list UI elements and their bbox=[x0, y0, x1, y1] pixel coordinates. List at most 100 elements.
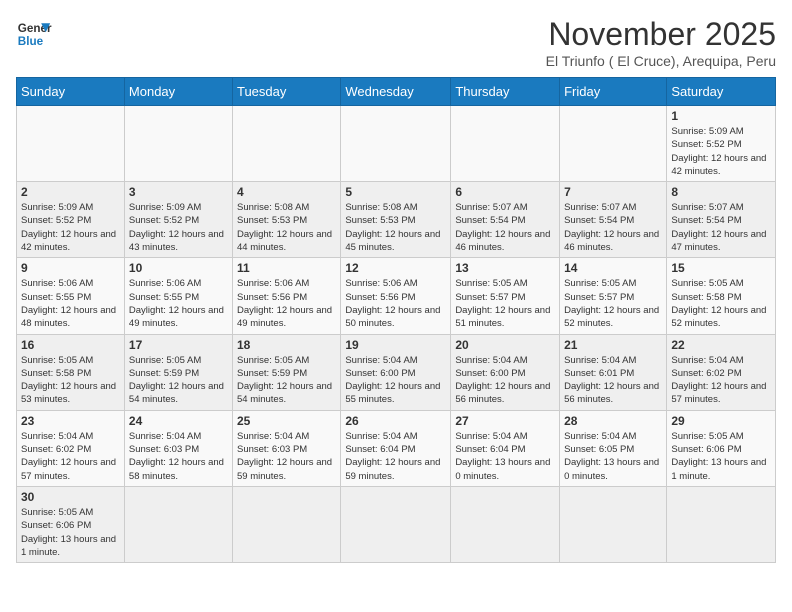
calendar-subtitle: El Triunfo ( El Cruce), Arequipa, Peru bbox=[546, 53, 776, 69]
calendar-week-row: 30 Sunrise: 5:05 AM Sunset: 6:06 PM Dayli… bbox=[17, 486, 776, 562]
calendar-week-row: 23Sunrise: 5:04 AM Sunset: 6:02 PM Dayli… bbox=[17, 410, 776, 486]
calendar-cell: 12 Sunrise: 5:06 AM Sunset: 5:56 PM Dayli… bbox=[341, 258, 451, 334]
day-info: Sunrise: 5:06 AM Sunset: 5:56 PM Dayligh… bbox=[345, 277, 446, 330]
day-info: Sunrise: 5:06 AM Sunset: 5:55 PM Dayligh… bbox=[21, 277, 120, 330]
day-info: Sunrise: 5:04 AM Sunset: 6:00 PM Dayligh… bbox=[455, 354, 555, 407]
weekday-header-tuesday: Tuesday bbox=[232, 78, 340, 106]
day-info: Sunrise: 5:05 AM Sunset: 6:06 PM Dayligh… bbox=[671, 430, 771, 483]
weekday-header-monday: Monday bbox=[124, 78, 232, 106]
title-section: November 2025 El Triunfo ( El Cruce), Ar… bbox=[546, 16, 776, 69]
day-number: 8 bbox=[671, 185, 771, 199]
day-number: 20 bbox=[455, 338, 555, 352]
calendar-cell bbox=[560, 486, 667, 562]
calendar-title: November 2025 bbox=[546, 16, 776, 53]
logo: General Blue bbox=[16, 16, 52, 52]
page-header: General Blue November 2025 El Triunfo ( … bbox=[16, 16, 776, 69]
day-info: Sunrise: 5:09 AM Sunset: 5:52 PM Dayligh… bbox=[671, 125, 771, 178]
calendar-cell: 1 Sunrise: 5:09 AM Sunset: 5:52 PM Daylig… bbox=[667, 106, 776, 182]
calendar-cell bbox=[667, 486, 776, 562]
day-number: 5 bbox=[345, 185, 446, 199]
day-number: 22 bbox=[671, 338, 771, 352]
day-number: 1 bbox=[671, 109, 771, 123]
svg-text:Blue: Blue bbox=[18, 35, 44, 48]
day-number: 11 bbox=[237, 261, 336, 275]
calendar-cell: 21Sunrise: 5:04 AM Sunset: 6:01 PM Dayli… bbox=[560, 334, 667, 410]
day-info: Sunrise: 5:04 AM Sunset: 6:04 PM Dayligh… bbox=[455, 430, 555, 483]
calendar-week-row: 2 Sunrise: 5:09 AM Sunset: 5:52 PM Daylig… bbox=[17, 182, 776, 258]
day-info: Sunrise: 5:05 AM Sunset: 5:58 PM Dayligh… bbox=[671, 277, 771, 330]
day-number: 2 bbox=[21, 185, 120, 199]
weekday-header-saturday: Saturday bbox=[667, 78, 776, 106]
day-number: 12 bbox=[345, 261, 446, 275]
day-info: Sunrise: 5:05 AM Sunset: 5:57 PM Dayligh… bbox=[455, 277, 555, 330]
calendar-table: SundayMondayTuesdayWednesdayThursdayFrid… bbox=[16, 77, 776, 563]
day-info: Sunrise: 5:05 AM Sunset: 5:59 PM Dayligh… bbox=[129, 354, 228, 407]
day-info: Sunrise: 5:04 AM Sunset: 6:02 PM Dayligh… bbox=[671, 354, 771, 407]
calendar-cell bbox=[341, 486, 451, 562]
day-number: 3 bbox=[129, 185, 228, 199]
day-info: Sunrise: 5:04 AM Sunset: 6:03 PM Dayligh… bbox=[129, 430, 228, 483]
calendar-cell bbox=[17, 106, 125, 182]
calendar-cell bbox=[451, 106, 560, 182]
day-info: Sunrise: 5:09 AM Sunset: 5:52 PM Dayligh… bbox=[129, 201, 228, 254]
calendar-cell: 23Sunrise: 5:04 AM Sunset: 6:02 PM Dayli… bbox=[17, 410, 125, 486]
day-number: 18 bbox=[237, 338, 336, 352]
weekday-header-sunday: Sunday bbox=[17, 78, 125, 106]
day-info: Sunrise: 5:05 AM Sunset: 5:58 PM Dayligh… bbox=[21, 354, 120, 407]
calendar-cell: 16 Sunrise: 5:05 AM Sunset: 5:58 PM Dayli… bbox=[17, 334, 125, 410]
calendar-cell: 28 Sunrise: 5:04 AM Sunset: 6:05 PM Dayli… bbox=[560, 410, 667, 486]
calendar-cell: 6 Sunrise: 5:07 AM Sunset: 5:54 PM Daylig… bbox=[451, 182, 560, 258]
day-number: 15 bbox=[671, 261, 771, 275]
day-info: Sunrise: 5:05 AM Sunset: 5:59 PM Dayligh… bbox=[237, 354, 336, 407]
weekday-header-row: SundayMondayTuesdayWednesdayThursdayFrid… bbox=[17, 78, 776, 106]
day-number: 23 bbox=[21, 414, 120, 428]
day-number: 14 bbox=[564, 261, 662, 275]
day-info: Sunrise: 5:04 AM Sunset: 6:05 PM Dayligh… bbox=[564, 430, 662, 483]
day-number: 25 bbox=[237, 414, 336, 428]
calendar-cell: 30 Sunrise: 5:05 AM Sunset: 6:06 PM Dayli… bbox=[17, 486, 125, 562]
day-number: 6 bbox=[455, 185, 555, 199]
day-number: 17 bbox=[129, 338, 228, 352]
calendar-cell: 25Sunrise: 5:04 AM Sunset: 6:03 PM Dayli… bbox=[232, 410, 340, 486]
day-info: Sunrise: 5:07 AM Sunset: 5:54 PM Dayligh… bbox=[455, 201, 555, 254]
day-number: 10 bbox=[129, 261, 228, 275]
calendar-cell bbox=[560, 106, 667, 182]
day-number: 30 bbox=[21, 490, 120, 504]
logo-icon: General Blue bbox=[16, 16, 52, 52]
calendar-week-row: 9 Sunrise: 5:06 AM Sunset: 5:55 PM Daylig… bbox=[17, 258, 776, 334]
day-number: 26 bbox=[345, 414, 446, 428]
day-number: 28 bbox=[564, 414, 662, 428]
calendar-cell: 11 Sunrise: 5:06 AM Sunset: 5:56 PM Dayli… bbox=[232, 258, 340, 334]
calendar-cell: 8Sunrise: 5:07 AM Sunset: 5:54 PM Daylig… bbox=[667, 182, 776, 258]
calendar-cell: 5Sunrise: 5:08 AM Sunset: 5:53 PM Daylig… bbox=[341, 182, 451, 258]
day-info: Sunrise: 5:06 AM Sunset: 5:55 PM Dayligh… bbox=[129, 277, 228, 330]
day-number: 16 bbox=[21, 338, 120, 352]
calendar-cell: 2 Sunrise: 5:09 AM Sunset: 5:52 PM Daylig… bbox=[17, 182, 125, 258]
day-number: 9 bbox=[21, 261, 120, 275]
day-number: 7 bbox=[564, 185, 662, 199]
calendar-cell: 7Sunrise: 5:07 AM Sunset: 5:54 PM Daylig… bbox=[560, 182, 667, 258]
weekday-header-thursday: Thursday bbox=[451, 78, 560, 106]
calendar-cell bbox=[341, 106, 451, 182]
weekday-header-friday: Friday bbox=[560, 78, 667, 106]
calendar-cell: 13 Sunrise: 5:05 AM Sunset: 5:57 PM Dayli… bbox=[451, 258, 560, 334]
day-number: 13 bbox=[455, 261, 555, 275]
day-info: Sunrise: 5:06 AM Sunset: 5:56 PM Dayligh… bbox=[237, 277, 336, 330]
day-info: Sunrise: 5:08 AM Sunset: 5:53 PM Dayligh… bbox=[237, 201, 336, 254]
day-number: 24 bbox=[129, 414, 228, 428]
calendar-cell bbox=[232, 106, 340, 182]
day-info: Sunrise: 5:05 AM Sunset: 6:06 PM Dayligh… bbox=[21, 506, 120, 559]
calendar-cell: 22 Sunrise: 5:04 AM Sunset: 6:02 PM Dayli… bbox=[667, 334, 776, 410]
calendar-cell: 14 Sunrise: 5:05 AM Sunset: 5:57 PM Dayli… bbox=[560, 258, 667, 334]
calendar-cell: 24 Sunrise: 5:04 AM Sunset: 6:03 PM Dayli… bbox=[124, 410, 232, 486]
calendar-week-row: 16 Sunrise: 5:05 AM Sunset: 5:58 PM Dayli… bbox=[17, 334, 776, 410]
day-info: Sunrise: 5:05 AM Sunset: 5:57 PM Dayligh… bbox=[564, 277, 662, 330]
calendar-week-row: 1 Sunrise: 5:09 AM Sunset: 5:52 PM Daylig… bbox=[17, 106, 776, 182]
day-number: 19 bbox=[345, 338, 446, 352]
calendar-cell: 29 Sunrise: 5:05 AM Sunset: 6:06 PM Dayli… bbox=[667, 410, 776, 486]
day-number: 29 bbox=[671, 414, 771, 428]
day-info: Sunrise: 5:09 AM Sunset: 5:52 PM Dayligh… bbox=[21, 201, 120, 254]
calendar-cell: 3 Sunrise: 5:09 AM Sunset: 5:52 PM Daylig… bbox=[124, 182, 232, 258]
calendar-cell: 20 Sunrise: 5:04 AM Sunset: 6:00 PM Dayli… bbox=[451, 334, 560, 410]
calendar-cell: 26Sunrise: 5:04 AM Sunset: 6:04 PM Dayli… bbox=[341, 410, 451, 486]
